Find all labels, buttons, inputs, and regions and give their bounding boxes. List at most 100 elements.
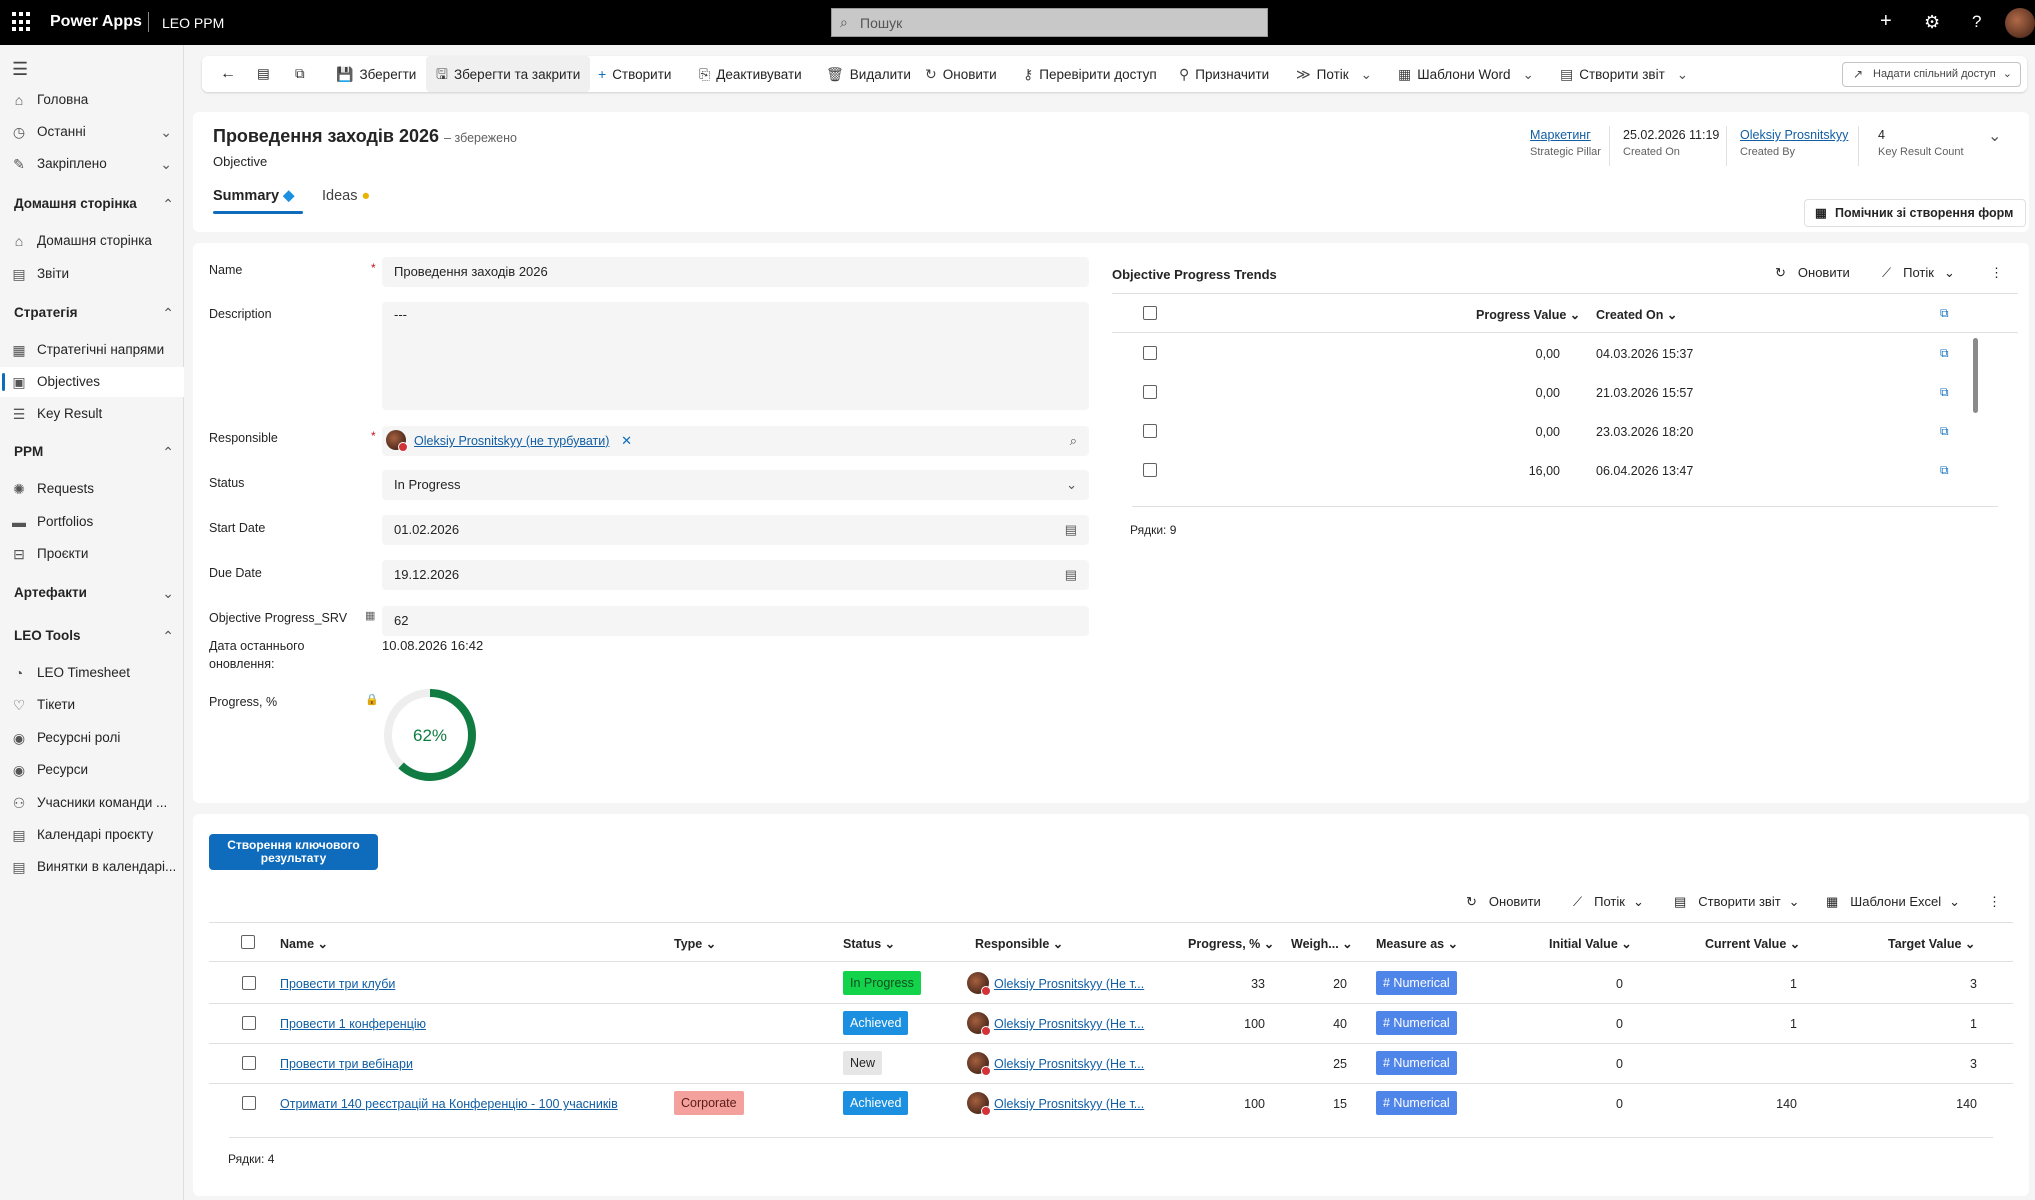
column-header-progress[interactable]: Progress, % ⌄ (1188, 936, 1274, 951)
responsible-link[interactable]: Oleksiy Prosnitskyy (Не т... (994, 977, 1144, 991)
tab-summary[interactable]: Summary ◆ (213, 188, 304, 214)
sidebar-item-leo-timesheet[interactable]: ◔ LEO Timesheet (0, 658, 184, 688)
open-in-new-icon[interactable]: ⧉ (1940, 306, 1949, 321)
select-all-checkbox[interactable] (1143, 306, 1157, 320)
column-header-status[interactable]: Status ⌄ (843, 936, 895, 951)
name-field[interactable]: Проведення заходів 2026 (382, 257, 1089, 287)
sidebar-item-calendar-exceptions[interactable]: ▤ Винятки в календарі... (0, 852, 184, 882)
sidebar-item-objectives[interactable]: ▣ Objectives (0, 367, 184, 397)
status-select[interactable]: In Progress ⌄ (382, 470, 1089, 500)
flow-button[interactable]: ⟋ Потік ⌄ (1882, 265, 1955, 281)
chevron-up-icon[interactable]: ⌃ (162, 298, 174, 328)
open-record-icon[interactable]: ⧉ (1940, 346, 1949, 361)
sidebar-item-team-members[interactable]: ⚇ Учасники команди ... (0, 788, 184, 818)
scrollbar[interactable] (1973, 338, 1978, 413)
column-header-weight[interactable]: Weigh... ⌄ (1291, 936, 1353, 951)
deactivate-button[interactable]: ⎘ Деактивувати (699, 56, 802, 92)
row-checkbox[interactable] (1143, 346, 1157, 360)
create-report-button[interactable]: ▤ Створити звіт ⌄ (1674, 894, 1800, 910)
column-header-target-value[interactable]: Target Value ⌄ (1888, 936, 1975, 951)
row-checkbox[interactable] (242, 1056, 256, 1070)
sidebar-item-portfolios[interactable]: ▬ Portfolios (0, 507, 184, 537)
create-report-button[interactable]: ▤ Створити звіт ⌄ (1560, 56, 1688, 92)
calendar-icon[interactable]: ▤ (1065, 515, 1077, 545)
sidebar-section-artifacts[interactable]: Артефакти ⌄ (14, 578, 174, 608)
assign-button[interactable]: ⚲ Призначити (1179, 56, 1269, 92)
row-checkbox[interactable] (1143, 463, 1157, 477)
sidebar-section-strategy[interactable]: Стратегія ⌃ (14, 298, 174, 328)
column-header-name[interactable]: Name ⌄ (280, 936, 328, 951)
sidebar-item-recent[interactable]: ◷ Останні ⌄ (0, 117, 184, 147)
description-field[interactable]: --- (382, 302, 1089, 410)
chevron-up-icon[interactable]: ⌃ (162, 621, 174, 651)
brand-name[interactable]: Power Apps (50, 13, 142, 31)
hamburger-menu-icon[interactable]: ☰ (12, 59, 28, 80)
key-result-name-link[interactable]: Провести 1 конференцію (280, 1017, 426, 1031)
key-result-name-link[interactable]: Отримати 140 реєстрацій на Конференцію -… (280, 1097, 618, 1111)
sidebar-section-home[interactable]: Домашня сторінка ⌃ (14, 189, 174, 219)
sidebar-item-requests[interactable]: ✺ Requests (0, 474, 184, 504)
check-access-button[interactable]: ⚷ Перевірити доступ (1023, 56, 1157, 92)
column-header-measure-as[interactable]: Measure as ⌄ (1376, 936, 1458, 951)
sidebar-section-ppm[interactable]: PPM ⌃ (14, 437, 174, 467)
sidebar-item-key-result[interactable]: ☰ Key Result (0, 399, 184, 429)
sidebar-item-reports[interactable]: ▤ Звіти (0, 259, 184, 289)
chevron-up-icon[interactable]: ⌃ (162, 189, 174, 219)
settings-gear-icon[interactable]: ⚙ (1924, 12, 1940, 33)
sidebar-item-tickets[interactable]: ♡ Тікети (0, 690, 184, 720)
sidebar-item-pinned[interactable]: ✎ Закріплено ⌄ (0, 149, 184, 179)
chevron-down-icon[interactable]: ⌄ (160, 149, 172, 179)
save-and-close-button[interactable]: 🖫 Зберегти та закрити (426, 56, 591, 92)
tab-ideas[interactable]: Ideas ● (322, 188, 370, 204)
create-key-result-button[interactable]: Створення ключового результату (209, 834, 378, 870)
key-result-name-link[interactable]: Провести три вебінари (280, 1057, 413, 1071)
form-helper-button[interactable]: ▦ Помічник зі створення форм (1804, 199, 2026, 227)
responsible-link[interactable]: Oleksiy Prosnitskyy (не турбувати) (414, 434, 609, 448)
refresh-button[interactable]: ↻ Оновити (1775, 265, 1850, 281)
sidebar-item-resources[interactable]: ◉ Ресурси (0, 755, 184, 785)
column-header-responsible[interactable]: Responsible ⌄ (975, 936, 1063, 951)
delete-button[interactable]: 🗑 Видалити (826, 56, 911, 92)
more-options-icon[interactable]: ⋮ (1990, 265, 2003, 281)
header-field-created-by[interactable]: Oleksiy Prosnitskyy Created By (1740, 128, 1848, 158)
row-checkbox[interactable] (242, 976, 256, 990)
refresh-button[interactable]: ↻ Оновити (1466, 894, 1541, 910)
responsible-lookup[interactable]: Oleksiy Prosnitskyy (не турбувати) ✕ ⌕ (382, 426, 1089, 456)
save-button[interactable]: 💾 Зберегти (336, 56, 416, 92)
sidebar-item-home-page[interactable]: ⌂ Домашня сторінка (0, 226, 184, 256)
due-date-field[interactable]: 19.12.2026 ▤ (382, 560, 1089, 590)
form-view-icon[interactable]: ▤ (257, 56, 270, 92)
open-record-icon[interactable]: ⧉ (1940, 385, 1949, 400)
column-header-progress-value[interactable]: Progress Value ⌄ (1476, 307, 1580, 322)
sidebar-item-home[interactable]: ⌂ Головна (0, 85, 184, 115)
key-result-name-link[interactable]: Провести три клуби (280, 977, 395, 991)
row-checkbox[interactable] (1143, 424, 1157, 438)
remove-icon[interactable]: ✕ (621, 433, 632, 448)
word-templates-button[interactable]: ▦ Шаблони Word ⌄ (1398, 56, 1534, 92)
excel-templates-button[interactable]: ▦ Шаблони Excel ⌄ (1826, 894, 1960, 910)
sidebar-section-leo-tools[interactable]: LEO Tools ⌃ (14, 621, 174, 651)
sidebar-item-resource-roles[interactable]: ◉ Ресурсні ролі (0, 723, 184, 753)
help-icon[interactable]: ? (1972, 12, 1981, 32)
chevron-up-icon[interactable]: ⌃ (162, 437, 174, 467)
column-header-current-value[interactable]: Current Value ⌄ (1705, 936, 1800, 951)
flow-button[interactable]: ⟋ Потік ⌄ (1573, 894, 1644, 910)
open-record-icon[interactable]: ⧉ (1940, 424, 1949, 439)
select-all-checkbox[interactable] (241, 935, 255, 949)
responsible-link[interactable]: Oleksiy Prosnitskyy (Не т... (994, 1017, 1144, 1031)
start-date-field[interactable]: 01.02.2026 ▤ (382, 515, 1089, 545)
sidebar-item-project-calendars[interactable]: ▤ Календарі проєкту (0, 820, 184, 850)
new-button[interactable]: + Створити (598, 56, 671, 92)
calendar-icon[interactable]: ▤ (1065, 560, 1077, 590)
column-header-created-on[interactable]: Created On ⌄ (1596, 307, 1677, 322)
share-button[interactable]: ↗ Надати спільний доступ ⌄ (1842, 62, 2021, 87)
objective-progress-srv-field[interactable]: 62 (382, 606, 1089, 636)
chevron-down-icon[interactable]: ⌄ (160, 117, 172, 147)
search-icon[interactable]: ⌕ (1070, 426, 1077, 456)
app-launcher-icon[interactable] (12, 12, 32, 32)
chevron-down-icon[interactable]: ⌄ (1988, 126, 2001, 146)
header-field-value[interactable]: Маркетинг (1530, 128, 1601, 142)
chevron-down-icon[interactable]: ⌄ (162, 578, 174, 608)
row-checkbox[interactable] (1143, 385, 1157, 399)
more-options-icon[interactable]: ⋮ (1988, 894, 2001, 910)
